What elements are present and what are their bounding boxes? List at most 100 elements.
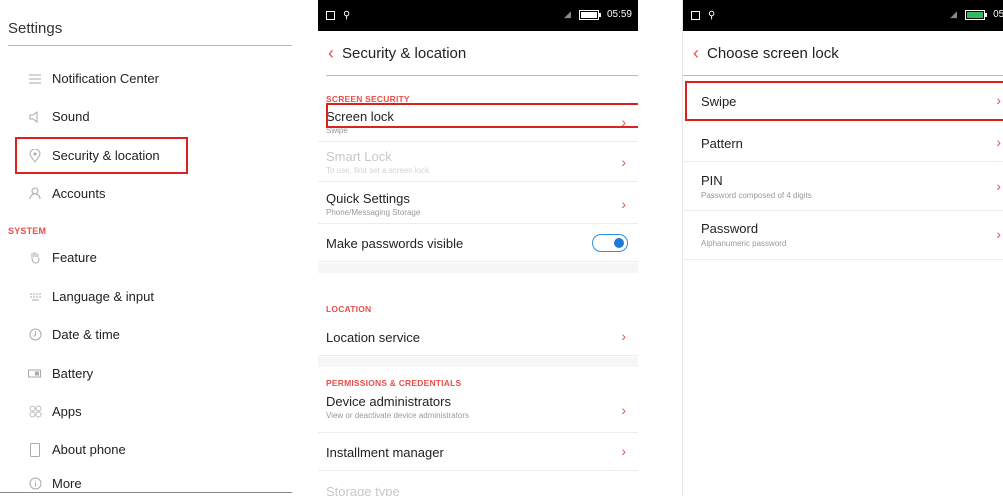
info-icon [28,476,42,490]
security-location-panel: ⚲ ◢ 05:59 ‹ Security & location SCREEN S… [318,0,638,496]
row-subtitle: To use, first set a screen lock [326,166,430,175]
battery-icon [28,367,42,381]
settings-item-label: Accounts [52,186,106,201]
speaker-icon [28,110,42,124]
settings-item-notification-center[interactable]: Notification Center [0,60,292,97]
lock-option-pattern[interactable]: Pattern › [683,124,1003,162]
installment-manager-row[interactable]: Installment manager › [318,433,638,471]
battery-status-icon [578,9,601,20]
option-title: Swipe [701,94,737,109]
chevron-right-icon: › [621,114,626,130]
status-bar: ⚲ ◢ 05:59 [318,0,638,31]
keyboard-icon [28,290,42,304]
settings-item-accounts[interactable]: Accounts [0,175,292,212]
battery-status-icon [965,9,988,20]
status-bar: ⚲ ◢ 05: [683,0,1003,31]
lock-option-swipe[interactable]: Swipe › [683,82,1003,120]
list-icon [28,72,42,86]
option-subtitle: Alphanumeric password [701,239,787,248]
settings-item-label: Sound [52,109,90,124]
chevron-right-icon: › [621,402,626,418]
option-title: PIN [701,173,723,188]
settings-item-label: Date & time [52,327,120,342]
header: ‹ Security & location [318,31,638,75]
chevron-right-icon: › [621,443,626,459]
lock-option-password[interactable]: Password Alphanumeric password › [683,211,1003,260]
section-header-screen-security: SCREEN SECURITY [326,94,410,104]
chevron-right-icon: › [996,92,1001,108]
settings-item-label: About phone [52,442,126,457]
location-service-row[interactable]: Location service › [318,318,638,356]
row-title: Device administrators [326,394,451,409]
settings-item-about-phone[interactable]: About phone [0,431,292,468]
settings-item-battery[interactable]: Battery [0,355,292,392]
lock-option-pin[interactable]: PIN Password composed of 4 digits › [683,163,1003,211]
section-spacer [318,357,638,367]
make-passwords-visible-row[interactable]: Make passwords visible [318,224,638,262]
row-title: Location service [326,330,420,345]
device-administrators-row[interactable]: Device administrators View or deactivate… [318,389,638,433]
option-subtitle: Password composed of 4 digits [701,191,812,200]
page-title: Choose screen lock [707,44,839,62]
row-title: Make passwords visible [326,236,464,251]
row-subtitle: View or deactivate device administrators [326,411,470,420]
row-title: Installment manager [326,445,444,460]
settings-panel: Settings Notification Center Sound Secur… [0,0,292,496]
clock-icon [28,328,42,342]
section-spacer [318,263,638,273]
row-subtitle: Phone/Messaging Storage [326,208,421,217]
settings-item-security-location[interactable]: Security & location [0,137,292,174]
settings-item-feature[interactable]: Feature [0,239,292,276]
settings-item-label: Apps [52,404,82,419]
page-title: Security & location [342,44,467,62]
apps-grid-icon [28,405,42,419]
page-title: Settings [8,20,63,37]
smart-lock-row[interactable]: Smart Lock To use, first set a screen lo… [318,144,638,182]
back-icon[interactable]: ‹ [693,43,699,64]
divider [0,492,292,493]
person-icon [28,187,42,201]
usb-icon: ⚲ [708,10,716,21]
settings-item-apps[interactable]: Apps [0,393,292,430]
divider [8,45,292,46]
status-time: 05: [993,9,1003,20]
signal-icon: ◢ [564,9,571,19]
settings-item-label: More [52,475,82,491]
chevron-right-icon: › [996,178,1001,194]
row-title: Storage type [326,484,400,496]
chevron-right-icon: › [621,196,626,212]
chevron-right-icon: › [621,328,626,344]
section-header-system: SYSTEM [8,226,47,236]
settings-item-language-input[interactable]: Language & input [0,278,292,315]
section-header-permissions: PERMISSIONS & CREDENTIALS [326,378,462,388]
settings-item-label: Security & location [52,148,160,163]
settings-item-label: Battery [52,366,94,381]
hand-icon [28,251,42,265]
settings-item-date-time[interactable]: Date & time [0,316,292,353]
divider [326,75,638,76]
chevron-right-icon: › [996,226,1001,242]
choose-screen-lock-panel: ⚲ ◢ 05: ‹ Choose screen lock Swipe › Pat… [682,0,1003,496]
settings-item-sound[interactable]: Sound [0,98,292,135]
section-header-location: LOCATION [326,304,372,314]
signal-icon: ◢ [950,9,958,19]
row-subtitle: Swipe [326,126,348,135]
divider [683,75,1003,76]
row-title: Screen lock [326,109,394,124]
sim-icon [691,11,700,20]
storage-type-row[interactable]: Storage type [318,472,638,496]
quick-settings-row[interactable]: Quick Settings Phone/Messaging Storage › [318,186,638,224]
settings-item-label: Feature [52,250,97,265]
header: ‹ Choose screen lock [683,31,1003,75]
screen-lock-row[interactable]: Screen lock Swipe › [318,104,638,142]
option-title: Pattern [701,136,743,151]
usb-icon: ⚲ [343,10,351,21]
option-title: Password [701,221,759,236]
chevron-right-icon: › [621,154,626,170]
settings-item-label: Notification Center [52,71,159,86]
settings-item-label: Language & input [52,289,154,304]
phone-icon [28,442,42,457]
row-title: Smart Lock [326,149,392,164]
passwords-visible-toggle[interactable] [592,234,628,252]
back-icon[interactable]: ‹ [328,43,334,64]
